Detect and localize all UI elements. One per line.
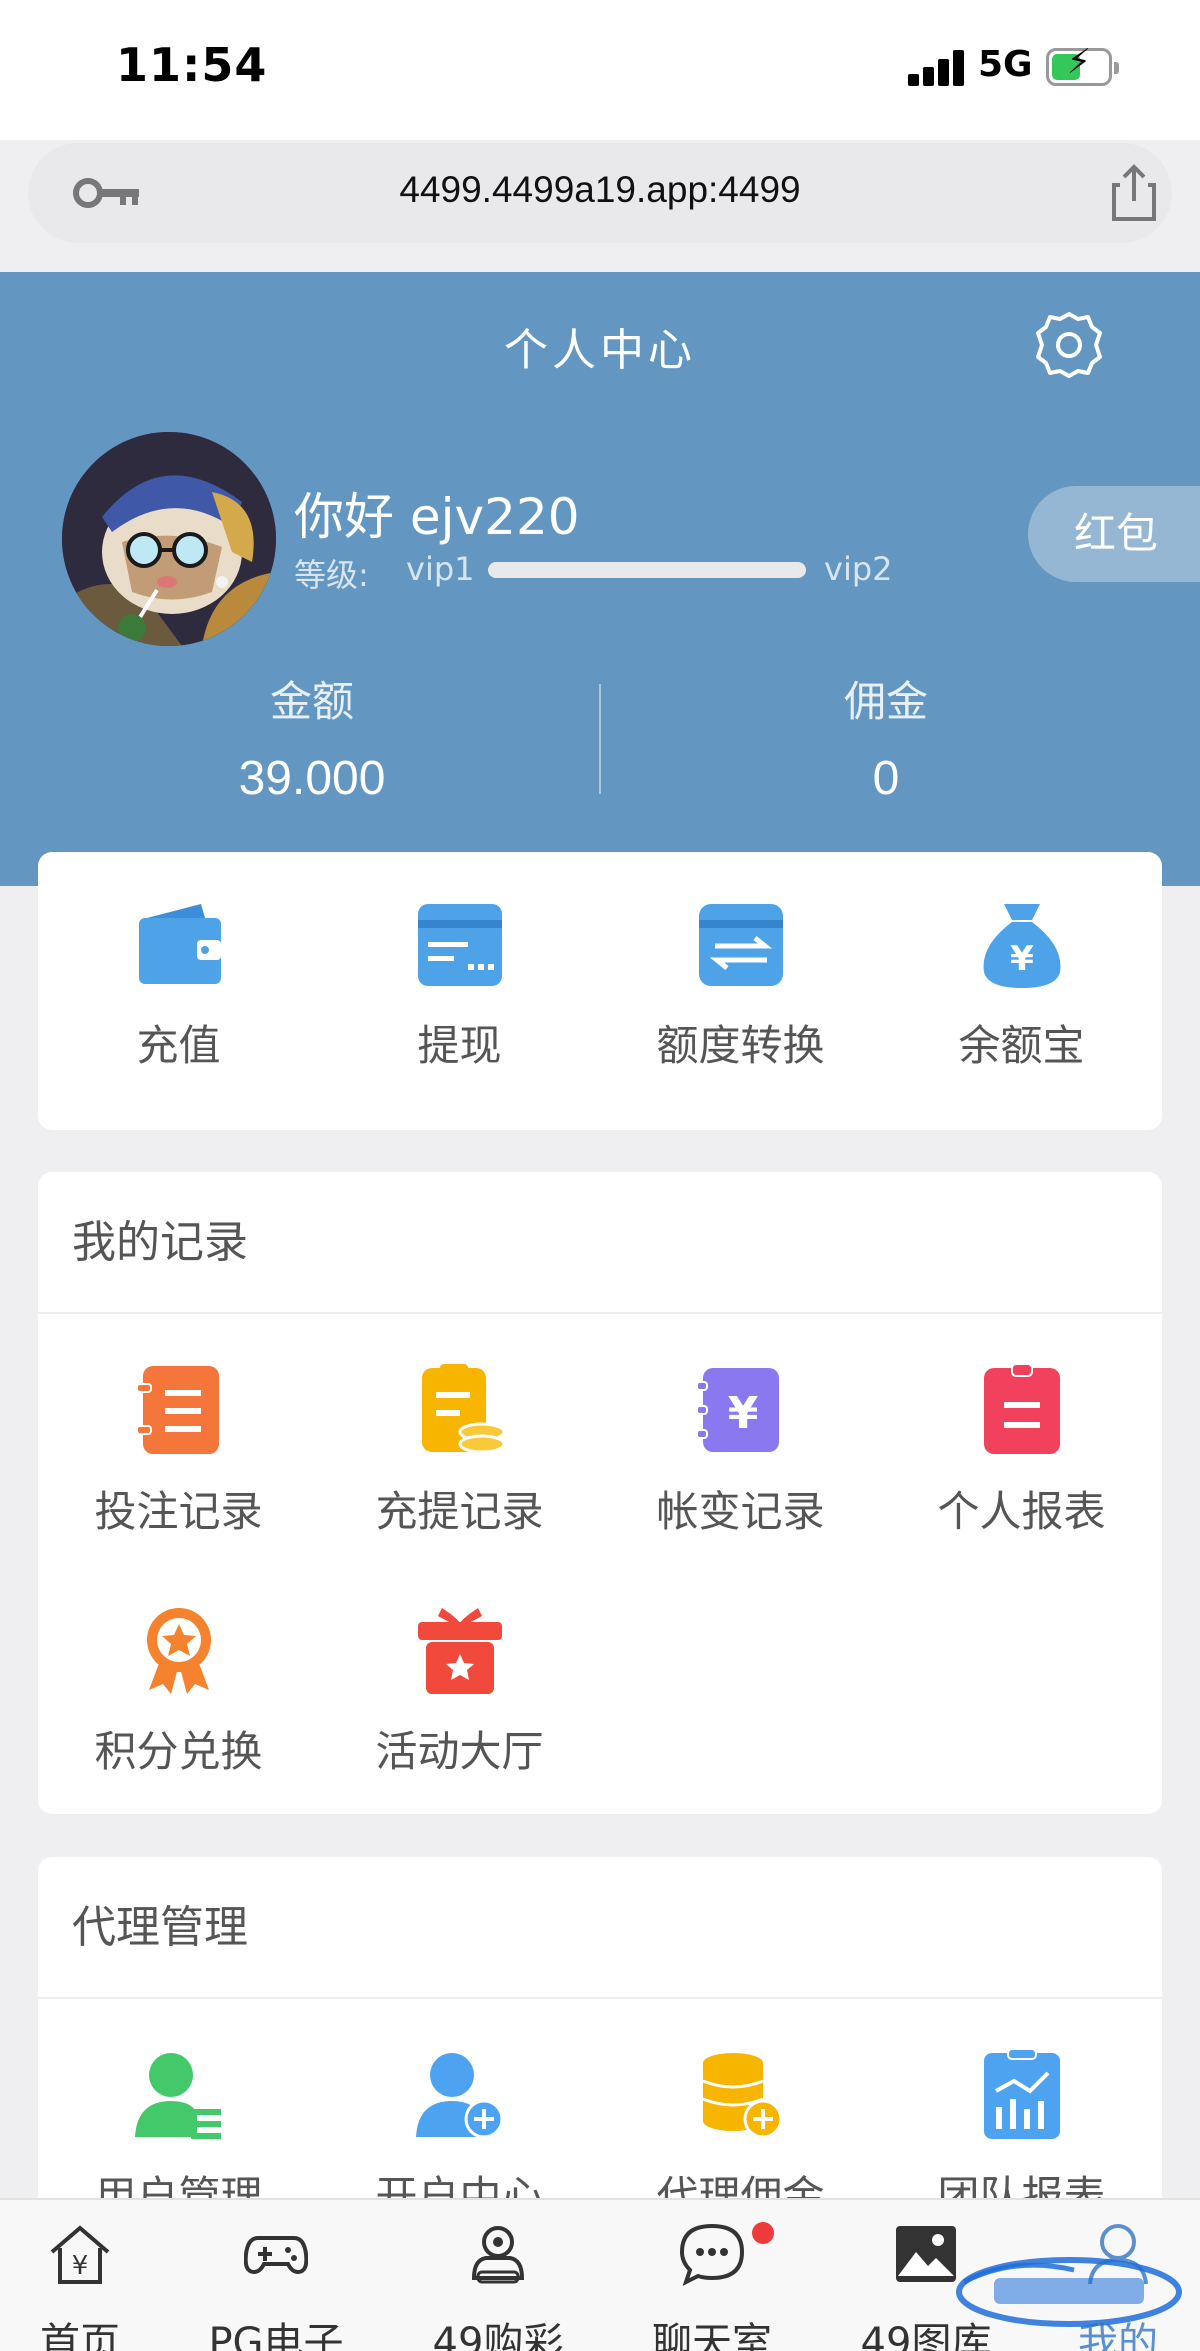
- user-add-icon: [415, 2053, 503, 2139]
- nav-home-label: 首页: [40, 2320, 120, 2351]
- clipboard-coins-icon: [421, 1364, 505, 1454]
- recharge-button[interactable]: 充值: [38, 896, 319, 1073]
- level-current: vip1: [406, 550, 475, 588]
- commission-label: 佣金: [843, 677, 928, 726]
- personal-report-label: 个人报表: [937, 1487, 1106, 1536]
- account-change-label: 帐变记录: [656, 1487, 825, 1536]
- records-card: 我的记录 投注记录 充提记录 ¥ 帐变记录 个人报表 积分兑换 活动大厅: [38, 1172, 1162, 1814]
- points-exchange-button[interactable]: 积分兑换: [38, 1602, 319, 1779]
- watermark-logo: [956, 2257, 1182, 2327]
- avatar-image: [62, 432, 276, 646]
- url-bar[interactable]: 4499.4499a19.app:4499: [28, 143, 1172, 243]
- bet-records-button[interactable]: 投注记录: [38, 1362, 319, 1539]
- avatar[interactable]: [62, 432, 276, 646]
- lottery-icon: [471, 2226, 525, 2284]
- medal-icon: [146, 1608, 211, 1694]
- gear-icon[interactable]: [1034, 310, 1104, 380]
- nav-lottery[interactable]: 49购彩: [398, 2200, 598, 2351]
- withdraw-label: 提现: [417, 1021, 502, 1070]
- nav-chat[interactable]: 聊天室: [612, 2200, 812, 2351]
- status-bar: 11:54 5G ⚡: [0, 0, 1200, 140]
- transfer-label: 额度转换: [656, 1021, 825, 1070]
- network-label: 5G: [978, 44, 1033, 85]
- level-label: 等级:: [294, 556, 369, 594]
- nav-chat-label: 聊天室: [652, 2320, 772, 2351]
- activity-hall-label: 活动大厅: [375, 1727, 544, 1776]
- deposit-records-button[interactable]: 充提记录: [319, 1362, 600, 1539]
- commission-value: 0: [872, 752, 900, 805]
- withdraw-button[interactable]: 提现: [319, 896, 600, 1073]
- points-exchange-label: 积分兑换: [94, 1727, 263, 1776]
- yuebao-label: 余额宝: [958, 1021, 1085, 1070]
- greeting: 你好 ejv220: [294, 488, 580, 546]
- level-next: vip2: [824, 550, 893, 588]
- chat-icon: [680, 2223, 744, 2286]
- money-bag-icon: ¥: [983, 904, 1060, 988]
- divider: [599, 684, 601, 794]
- user-list-icon: [134, 2053, 221, 2139]
- signal-icon: [908, 50, 968, 86]
- report-icon: [983, 1363, 1060, 1454]
- transfer-button[interactable]: 额度转换: [600, 896, 881, 1073]
- profile-header: 个人中心 你好 ejv220 等级: vip1 vip2 红包 金额 39.00…: [0, 272, 1200, 886]
- level-row: 等级: vip1 vip2: [294, 550, 914, 594]
- svg-text:¥: ¥: [1010, 939, 1034, 979]
- agent-card: 代理管理 用户管理 开户中心 代理佣金 团队报表: [38, 1857, 1162, 2257]
- card-icon: [417, 904, 502, 986]
- home-yen-icon: ¥: [50, 2225, 110, 2284]
- status-time: 11:54: [116, 38, 268, 92]
- deposit-records-label: 充提记录: [375, 1487, 544, 1536]
- wallet-actions-card: 充值 提现 额度转换 ¥ 余额宝: [38, 852, 1162, 1130]
- commission-block: 佣金 0: [736, 668, 1036, 806]
- page-title: 个人中心: [504, 325, 696, 376]
- coins-add-icon: [701, 2053, 782, 2139]
- nav-pg[interactable]: PG电子: [176, 2200, 376, 2351]
- balance-label: 金额: [269, 677, 354, 726]
- balance-block: 金额 39.000: [162, 668, 462, 806]
- yuebao-button[interactable]: ¥ 余额宝: [881, 896, 1162, 1073]
- transfer-icon: [698, 904, 783, 986]
- battery-icon: ⚡: [1046, 45, 1119, 86]
- balance-value: 39.000: [238, 752, 386, 805]
- records-title: 我的记录: [38, 1172, 1162, 1314]
- svg-text:¥: ¥: [72, 2251, 89, 2281]
- nav-pg-label: PG电子: [208, 2320, 344, 2351]
- bet-records-label: 投注记录: [94, 1487, 263, 1536]
- gamepad-icon: [244, 2236, 308, 2275]
- personal-report-button[interactable]: 个人报表: [881, 1362, 1162, 1539]
- url-text[interactable]: 4499.4499a19.app:4499: [28, 169, 1172, 211]
- wallet-icon: [138, 904, 221, 984]
- account-change-button[interactable]: ¥ 帐变记录: [600, 1362, 881, 1539]
- agent-title: 代理管理: [38, 1857, 1162, 1999]
- recharge-label: 充值: [136, 1021, 221, 1070]
- chart-report-icon: [983, 2048, 1060, 2139]
- svg-text:¥: ¥: [727, 1388, 758, 1439]
- gallery-icon: [896, 2226, 956, 2282]
- activity-hall-button[interactable]: 活动大厅: [319, 1602, 600, 1779]
- ledger-yen-icon: ¥: [695, 1368, 779, 1452]
- nav-home[interactable]: ¥ 首页: [0, 2200, 180, 2351]
- notebook-icon: [135, 1366, 219, 1454]
- red-packet-button[interactable]: 红包: [1028, 486, 1200, 582]
- chat-unread-badge: [752, 2222, 774, 2244]
- share-icon[interactable]: [1106, 163, 1162, 223]
- level-progress-bar: [488, 562, 806, 578]
- gift-icon: [417, 1608, 502, 1694]
- nav-lottery-label: 49购彩: [432, 2320, 564, 2351]
